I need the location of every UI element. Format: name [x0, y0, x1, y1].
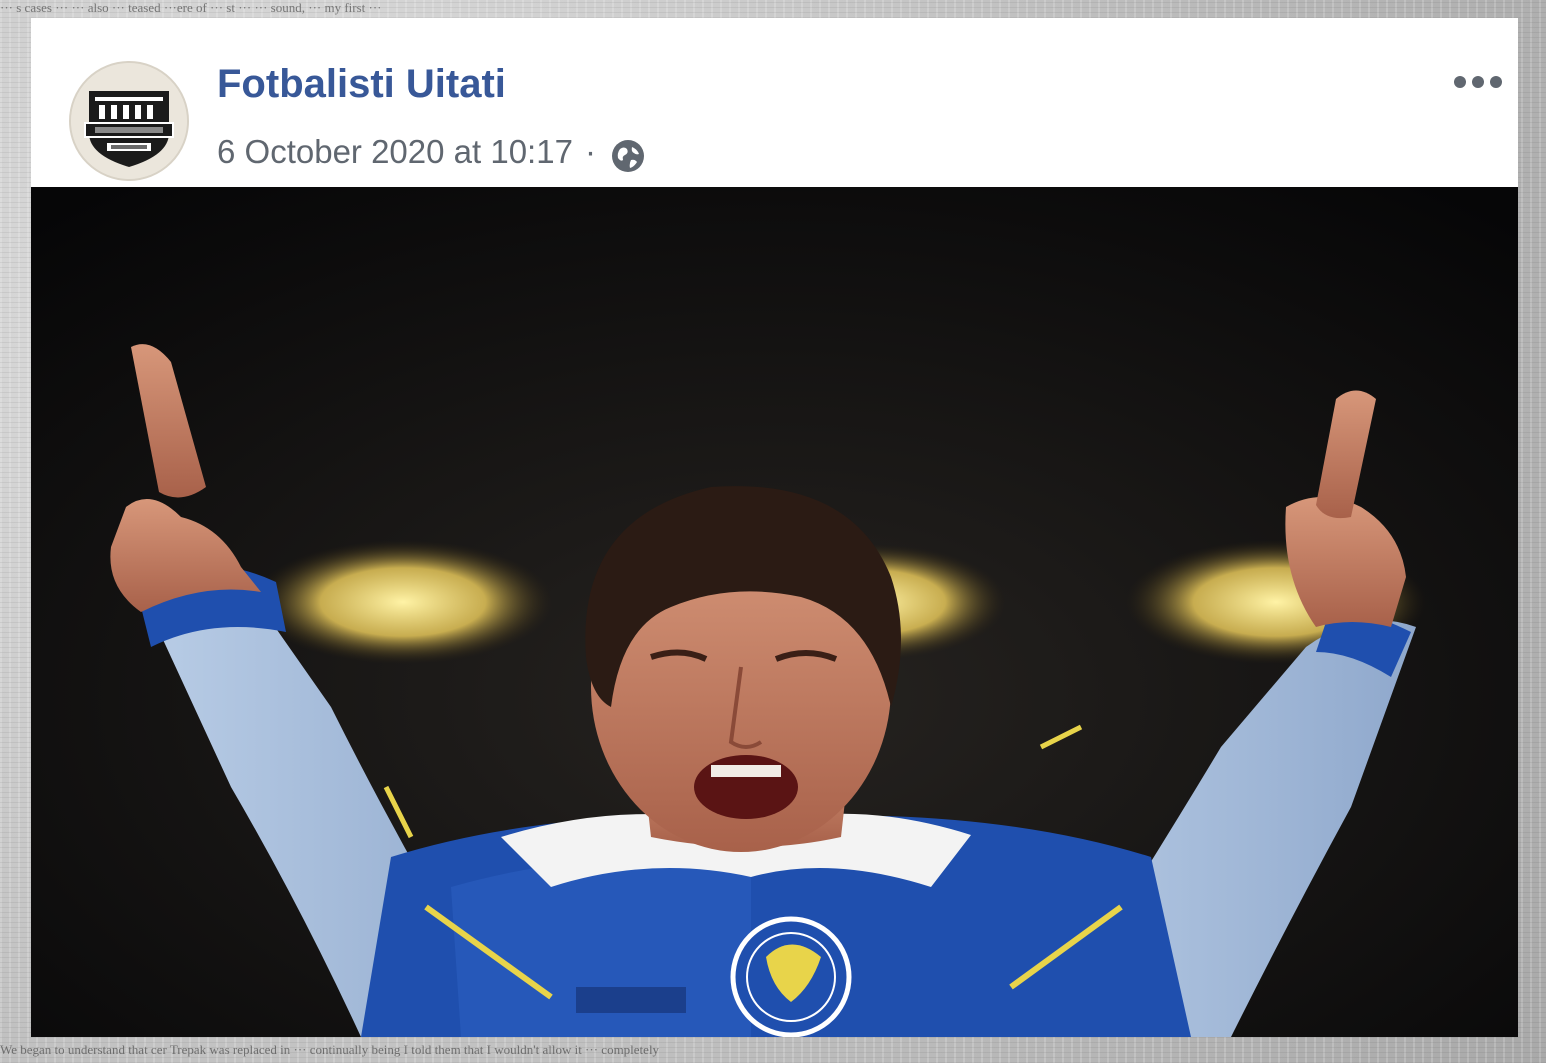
- facebook-post-card: Fotbalisti Uitati 6 October 2020 at 10:1…: [31, 18, 1518, 1037]
- more-options-icon: [1454, 76, 1502, 88]
- more-options-button[interactable]: [1450, 62, 1506, 102]
- background-newspaper-text-bottom: We began to understand that cer Trepak w…: [0, 1042, 660, 1057]
- globe-icon[interactable]: [610, 138, 646, 174]
- page-avatar[interactable]: [69, 61, 189, 181]
- post-header: Fotbalisti Uitati 6 October 2020 at 10:1…: [31, 18, 1518, 187]
- football-player-celebrating-photo: [31, 187, 1518, 1037]
- author-name-link[interactable]: Fotbalisti Uitati: [217, 62, 506, 107]
- post-meta: 6 October 2020 at 10:17 ·: [217, 130, 646, 174]
- page-logo-icon: [71, 63, 187, 179]
- post-timestamp[interactable]: 6 October 2020 at 10:17: [217, 133, 573, 171]
- background-newspaper-text-top: ··· s cases ··· ··· also ··· teased ···e…: [0, 0, 382, 15]
- meta-separator: ·: [584, 133, 596, 170]
- post-photo[interactable]: [31, 187, 1518, 1037]
